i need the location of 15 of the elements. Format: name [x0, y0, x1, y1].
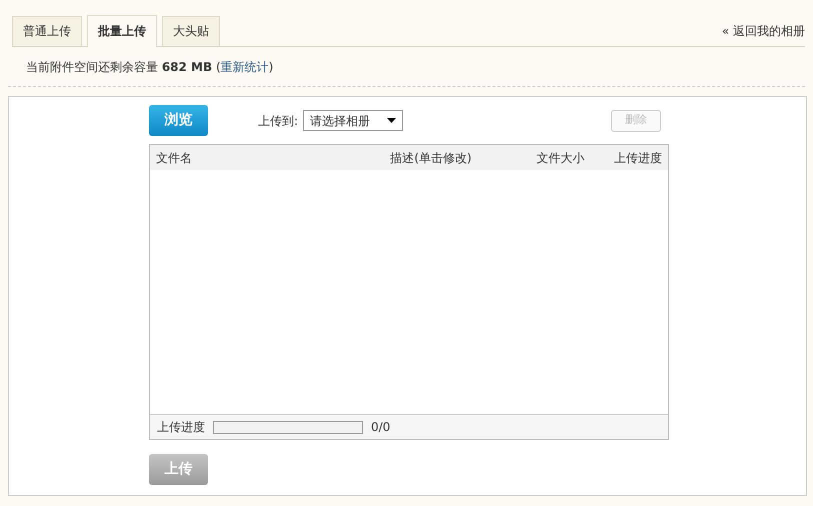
tab[interactable]: 批量上传 [87, 15, 157, 47]
column-header: 上传进度 [613, 150, 663, 166]
column-header: 文件大小 [535, 150, 586, 166]
column-header: 文件名 [155, 150, 193, 166]
album-select[interactable]: 请选择相册 [303, 110, 404, 131]
progress-label: 上传进度 [157, 419, 205, 436]
upload-to-label: 上传到: [258, 112, 298, 130]
tab[interactable]: 普通上传 [12, 16, 82, 46]
quota-text: 当前附件空间还剩余容量 682 MB (重新统计) [26, 60, 274, 74]
progress-reading: 0/0 [371, 419, 390, 436]
caret-icon [387, 118, 396, 123]
recount-link[interactable]: 重新统计 [220, 60, 269, 74]
column-header: 描述(单击修改) [389, 150, 473, 166]
tab[interactable]: 大头贴 [162, 16, 220, 46]
back-link[interactable]: « 返回我的相册 [722, 22, 805, 40]
